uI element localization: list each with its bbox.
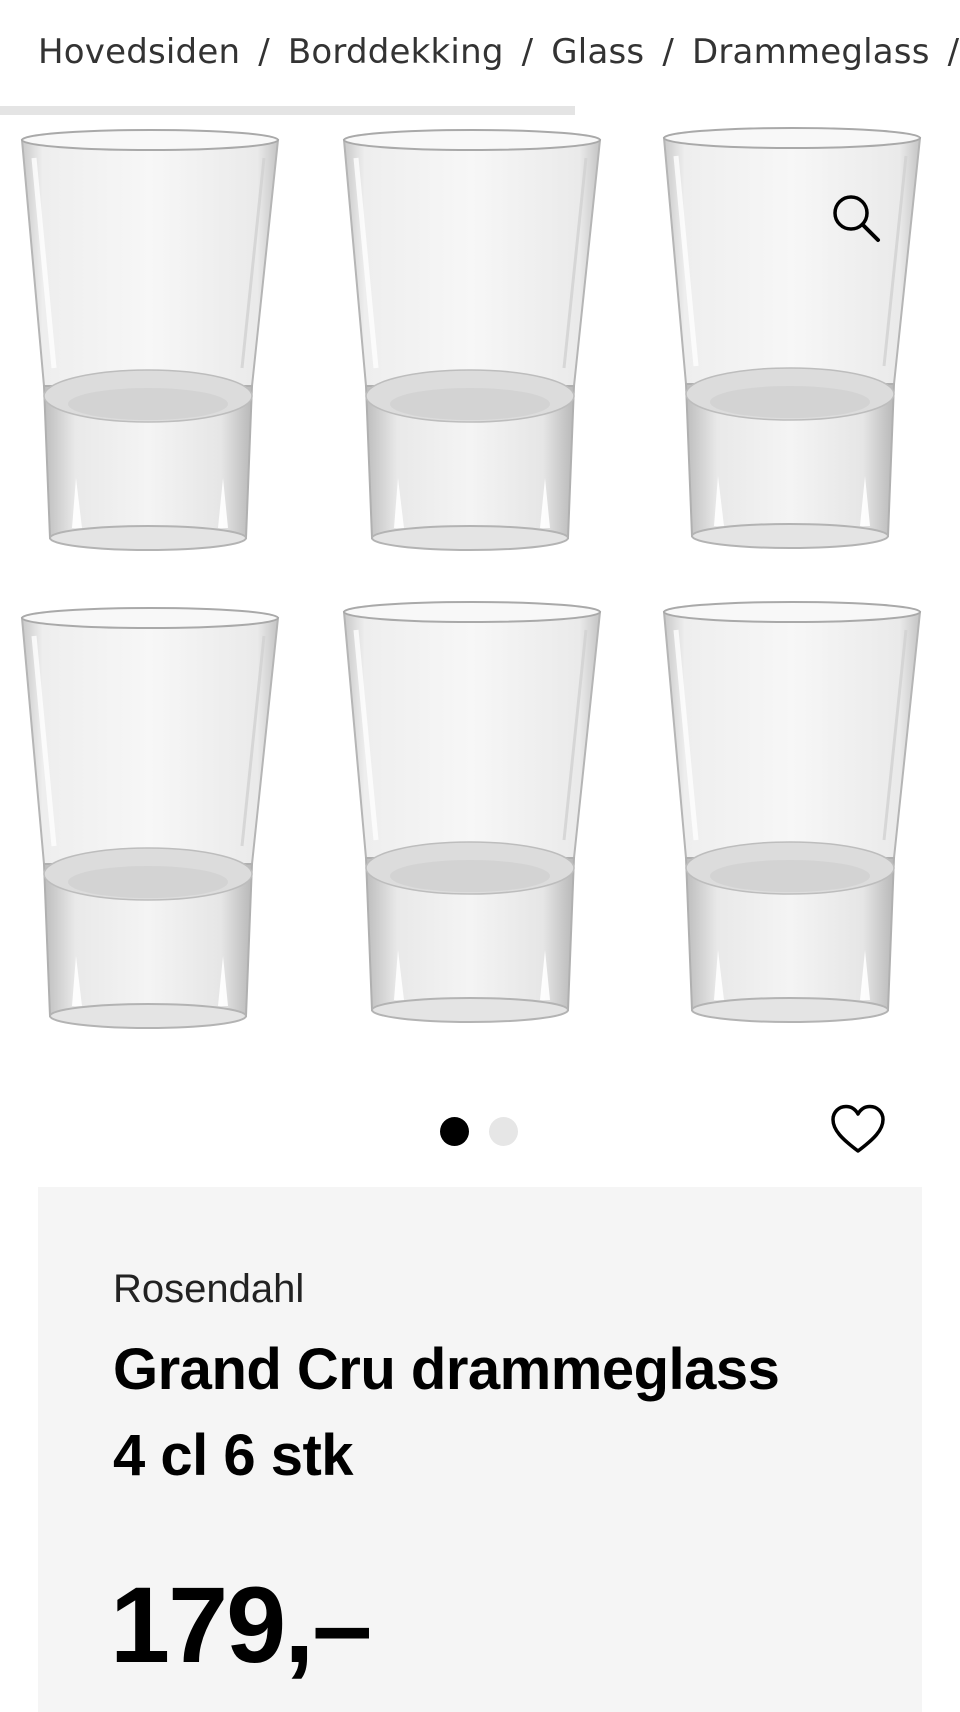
breadcrumb-separator: /	[258, 32, 270, 72]
heart-outline-icon	[831, 1104, 885, 1153]
product-image-gallery[interactable]	[0, 118, 960, 1078]
search-icon	[833, 195, 880, 242]
glass-image	[22, 608, 278, 1028]
breadcrumb-scrollbar[interactable]	[0, 106, 575, 115]
glass-image	[344, 130, 600, 550]
glass-image	[22, 130, 278, 550]
breadcrumb-separator: /	[662, 32, 674, 72]
product-title: Grand Cru drammeglass 4 cl 6 stk	[113, 1337, 780, 1488]
product-brand[interactable]: Rosendahl	[113, 1267, 304, 1312]
breadcrumb-link-glass[interactable]: Glass	[551, 32, 644, 72]
breadcrumb-link-home[interactable]: Hovedsiden	[38, 32, 240, 72]
favorite-button[interactable]	[828, 1100, 888, 1160]
breadcrumb-separator: /	[947, 32, 960, 72]
gallery-pagination	[440, 1117, 518, 1146]
glass-image	[664, 602, 920, 1022]
product-image	[0, 118, 960, 1078]
gallery-dot-active[interactable]	[440, 1117, 469, 1146]
breadcrumb-link-drammeglass[interactable]: Drammeglass	[692, 32, 930, 72]
product-info-panel: Rosendahl Grand Cru drammeglass 4 cl 6 s…	[38, 1187, 922, 1712]
breadcrumb-separator: /	[521, 32, 534, 72]
product-price: 179,–	[110, 1564, 372, 1685]
gallery-dot[interactable]	[489, 1117, 518, 1146]
glass-image	[344, 602, 600, 1022]
zoom-button[interactable]	[826, 188, 886, 248]
breadcrumb: Hovedsiden / Borddekking / Glass / Dramm…	[38, 28, 960, 76]
breadcrumb-link-borddekking[interactable]: Borddekking	[288, 32, 504, 72]
